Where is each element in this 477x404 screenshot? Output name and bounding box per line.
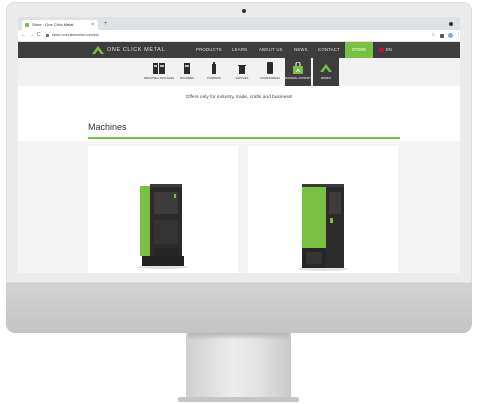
- category-supplies[interactable]: Supplies: [229, 58, 255, 86]
- tab-title: Store - One Click Metal: [32, 22, 74, 27]
- new-tab-button[interactable]: +: [104, 20, 108, 28]
- monitor-chin: [6, 283, 472, 333]
- camera-dot: [242, 9, 246, 13]
- browser-tabstrip: Store - One Click Metal × +: [18, 17, 460, 30]
- category-bar: Industrial Packages Machines Powders Sup…: [18, 58, 460, 86]
- category-machines[interactable]: Machines: [174, 58, 200, 86]
- nav-products[interactable]: PRODUCTS: [196, 42, 222, 58]
- kebab-menu-icon[interactable]: ⋮: [456, 33, 460, 38]
- machine-icon: [184, 63, 190, 74]
- window-dot-icon: [449, 22, 453, 26]
- address-bar[interactable]: store.oneclickmetal.com/en/: [46, 32, 406, 39]
- logo-text[interactable]: ONE CLICK METAL: [107, 42, 165, 58]
- logo-icon: [320, 64, 332, 72]
- back-button[interactable]: ←: [21, 30, 26, 41]
- category-consumables[interactable]: Consumables: [257, 58, 283, 86]
- close-icon[interactable]: ×: [91, 20, 94, 30]
- browser-toolbar: ← → C store.oneclickmetal.com/en/ ☆ ⋮: [18, 30, 460, 42]
- supplies-icon: [238, 65, 246, 74]
- forward-button[interactable]: →: [29, 30, 34, 41]
- nav-about-us[interactable]: ABOUT US: [259, 42, 283, 58]
- product-card[interactable]: [248, 146, 398, 273]
- logo-icon[interactable]: [92, 46, 104, 54]
- page-subtitle: Offers only for industry, trade, crafts …: [185, 95, 293, 100]
- lock-icon: [46, 33, 49, 37]
- category-mprint[interactable]: MPRINT: [313, 58, 339, 86]
- star-icon[interactable]: ☆: [431, 33, 436, 38]
- monitor-stand: [186, 333, 291, 399]
- profile-avatar[interactable]: [448, 33, 453, 38]
- machine-pair-icon: [153, 63, 165, 74]
- section-divider: [88, 137, 400, 139]
- category-material-support[interactable]: Material Support: [285, 58, 311, 86]
- language-selector[interactable]: EN: [386, 42, 392, 58]
- section-heading: Machines: [88, 122, 127, 132]
- machine-product-image: [298, 184, 348, 271]
- monitor-foot: [178, 397, 299, 402]
- shopping-bag-icon: [293, 62, 303, 74]
- bottle-icon: [212, 62, 216, 74]
- cartridge-icon: [267, 62, 273, 74]
- category-powders[interactable]: Powders: [201, 58, 227, 86]
- nav-news[interactable]: NEWS: [294, 42, 308, 58]
- reload-button[interactable]: C: [37, 30, 41, 41]
- category-label: MPRINT: [321, 77, 331, 80]
- extension-icon[interactable]: [440, 33, 444, 38]
- nav-store[interactable]: STORE: [345, 42, 373, 58]
- flag-icon: [379, 48, 384, 52]
- nav-contact[interactable]: CONTACT: [318, 42, 340, 58]
- nav-learn[interactable]: LEARN: [232, 42, 247, 58]
- url-text: store.oneclickmetal.com/en/: [52, 33, 100, 37]
- screen: Store - One Click Metal × + ← → C store.…: [18, 17, 460, 273]
- product-card[interactable]: [88, 146, 238, 273]
- machine-product-image: [138, 184, 188, 269]
- favicon-icon: [25, 23, 29, 27]
- site-header: ONE CLICK METAL PRODUCTS LEARN ABOUT US …: [18, 42, 460, 58]
- browser-tab[interactable]: Store - One Click Metal ×: [22, 20, 98, 30]
- stand-shadow: [188, 333, 289, 340]
- category-industrial-packages[interactable]: Industrial Packages: [144, 58, 174, 86]
